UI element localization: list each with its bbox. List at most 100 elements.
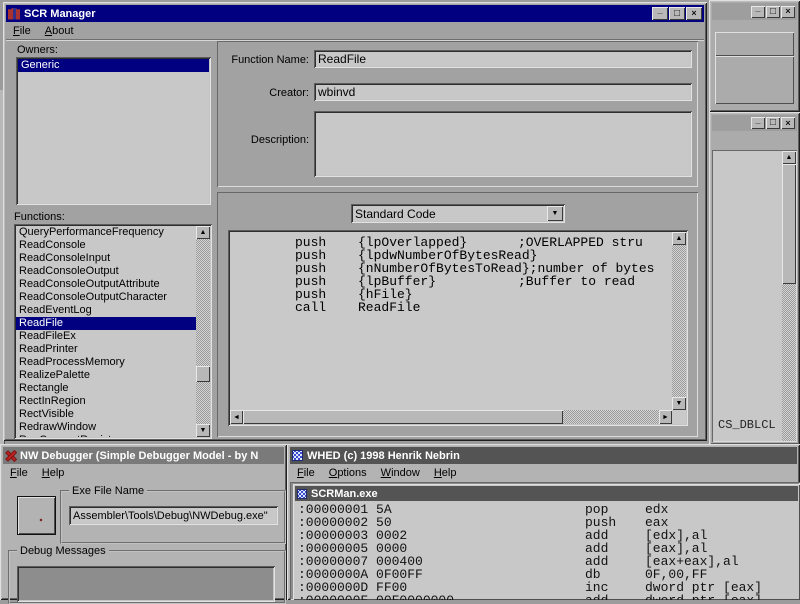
code-panel: Standard Code ▼ push{lpOverlapped};OVERL… (217, 192, 698, 437)
list-item[interactable]: Rectangle (16, 382, 196, 395)
debug-messages-group: Debug Messages (8, 550, 286, 604)
list-item[interactable]: ReadFile (16, 317, 196, 330)
scrman-child-window: SCRMan.exe :00000001 5Apopedx:00000002 5… (293, 484, 800, 600)
whed-title: WHED (c) 1998 Henrik Nebrin (307, 450, 460, 462)
scroll-up-button[interactable]: ▲ (782, 151, 796, 164)
scroll-down-button[interactable]: ▼ (672, 397, 686, 410)
list-item[interactable]: ReadFileEx (16, 330, 196, 343)
bg-top-titlebar[interactable]: _ □ × (712, 3, 797, 20)
function-name-label: Function Name: (223, 54, 309, 66)
scroll-up-button[interactable]: ▲ (196, 226, 210, 239)
scrollbar-thumb[interactable] (782, 164, 796, 284)
list-item[interactable]: ReadConsoleInput (16, 252, 196, 265)
scrollbar-vertical[interactable]: ▲ (782, 151, 796, 441)
menu-item[interactable]: Options (322, 465, 374, 481)
creator-label: Creator: (223, 87, 309, 99)
minimize-button[interactable]: _ (652, 7, 668, 20)
list-item[interactable]: RectVisible (16, 408, 196, 421)
minimize-button[interactable]: _ (751, 117, 765, 129)
scr-titlebar[interactable]: SCR Manager _ □ × (6, 5, 704, 22)
cs-dblcl-text: CS_DBLCL (718, 419, 776, 432)
bg-panel (715, 32, 794, 56)
list-item[interactable]: ReadConsoleOutput (16, 265, 196, 278)
description-label: Description: (223, 134, 309, 146)
scroll-down-button[interactable]: ▼ (196, 424, 210, 437)
functions-listbox: QueryPerformanceFrequencyReadConsoleRead… (14, 224, 212, 439)
scroll-right-button[interactable]: ► (659, 410, 672, 424)
maximize-button[interactable]: □ (669, 7, 685, 20)
list-item[interactable]: RealizePalette (16, 369, 196, 382)
owners-list[interactable]: Generic (16, 57, 211, 205)
debug-messages-box[interactable] (17, 566, 275, 602)
nw-debugger-window: NW Debugger (Simple Debugger Model - by … (0, 444, 287, 600)
creator-input[interactable]: wbinvd (314, 83, 692, 101)
stop-debug-button[interactable] (17, 496, 56, 535)
scrman-doc-icon (297, 489, 307, 499)
list-item[interactable]: ReadConsoleOutputAttribute (16, 278, 196, 291)
maximize-button[interactable]: □ (766, 117, 780, 129)
functions-list[interactable]: QueryPerformanceFrequencyReadConsoleRead… (16, 226, 196, 437)
disassembly-listing[interactable]: :00000001 5Apopedx:00000002 50pusheax:00… (298, 503, 800, 600)
list-item[interactable]: ReadEventLog (16, 304, 196, 317)
scrollbar-vertical[interactable]: ▲ ▼ (196, 226, 210, 437)
exe-file-group-label: Exe File Name (69, 485, 147, 497)
list-item[interactable]: RegConnectRegistry (16, 434, 196, 437)
list-item[interactable]: Generic (18, 59, 209, 72)
scr-manager-window: SCR Manager _ □ × FileAbout Owners: Gene… (3, 2, 707, 441)
list-item[interactable]: ReadConsole (16, 239, 196, 252)
menu-item[interactable]: File (3, 465, 35, 481)
exe-file-input[interactable]: Assembler\Tools\Debug\NWDebug.exe" (69, 506, 278, 525)
code-textarea[interactable]: push{lpOverlapped};OVERLAPPED strupush{l… (228, 230, 688, 426)
code-line: callReadFile (233, 301, 670, 314)
scrman-title: SCRMan.exe (311, 488, 378, 500)
scr-menubar: FileAbout (6, 22, 704, 40)
menu-item[interactable]: File (290, 465, 322, 481)
list-item[interactable]: ReadPrinter (16, 343, 196, 356)
list-item[interactable]: ReadProcessMemory (16, 356, 196, 369)
debug-messages-group-label: Debug Messages (17, 545, 109, 557)
scr-app-icon (8, 8, 20, 20)
scroll-up-button[interactable]: ▲ (672, 232, 686, 245)
list-item[interactable]: ReadConsoleOutputCharacter (16, 291, 196, 304)
scrollbar-thumb[interactable] (196, 366, 210, 382)
function-name-input[interactable]: ReadFile (314, 50, 692, 68)
exe-file-group: Exe File Name Assembler\Tools\Debug\NWDe… (60, 490, 286, 544)
scr-title: SCR Manager (24, 8, 96, 20)
list-item[interactable]: RedrawWindow (16, 421, 196, 434)
desktop: { "glyphs": { "min": "_", "max": "□", "c… (0, 0, 800, 600)
nw-menubar: FileHelp (3, 465, 284, 481)
menu-item[interactable]: Help (35, 465, 72, 481)
code-type-value: Standard Code (355, 207, 436, 221)
background-window-right: _ □ × ▲ CS_DBLCL (709, 112, 800, 445)
bg-right-titlebar[interactable]: _ □ × (712, 115, 797, 131)
bg-panel (715, 56, 794, 104)
close-button[interactable]: × (781, 6, 795, 18)
scrollbar-horizontal[interactable]: ◄ ► (230, 410, 672, 424)
whed-app-icon (292, 450, 303, 461)
bg-right-content: ▲ CS_DBLCL (712, 150, 797, 442)
owners-label: Owners: (17, 44, 58, 56)
whed-titlebar[interactable]: WHED (c) 1998 Henrik Nebrin (290, 447, 797, 464)
scrollbar-thumb[interactable] (243, 410, 563, 424)
combo-dropdown-button[interactable]: ▼ (547, 206, 563, 221)
whed-window: WHED (c) 1998 Henrik Nebrin FileOptionsW… (287, 444, 800, 600)
list-item[interactable]: RectInRegion (16, 395, 196, 408)
minimize-button[interactable]: _ (751, 6, 765, 18)
scrollbar-vertical[interactable]: ▲ ▼ (672, 232, 686, 410)
menu-item[interactable]: Help (427, 465, 464, 481)
nw-titlebar[interactable]: NW Debugger (Simple Debugger Model - by … (3, 447, 284, 464)
maximize-button[interactable]: □ (766, 6, 780, 18)
disassembly-row[interactable]: :0000000F 00F0000000adddword ptr [eax] (298, 594, 800, 600)
nw-title: NW Debugger (Simple Debugger Model - by … (20, 450, 258, 462)
code-type-combobox[interactable]: Standard Code ▼ (351, 204, 565, 223)
scrman-titlebar[interactable]: SCRMan.exe (295, 486, 798, 501)
close-button[interactable]: × (781, 117, 795, 129)
menu-item[interactable]: About (38, 23, 81, 39)
menu-item[interactable]: File (6, 23, 38, 39)
list-item[interactable]: QueryPerformanceFrequency (16, 226, 196, 239)
menu-item[interactable]: Window (374, 465, 427, 481)
whed-menubar: FileOptionsWindowHelp (290, 465, 797, 481)
close-button[interactable]: × (686, 7, 702, 20)
description-input[interactable] (314, 111, 692, 177)
scroll-left-button[interactable]: ◄ (230, 410, 243, 424)
